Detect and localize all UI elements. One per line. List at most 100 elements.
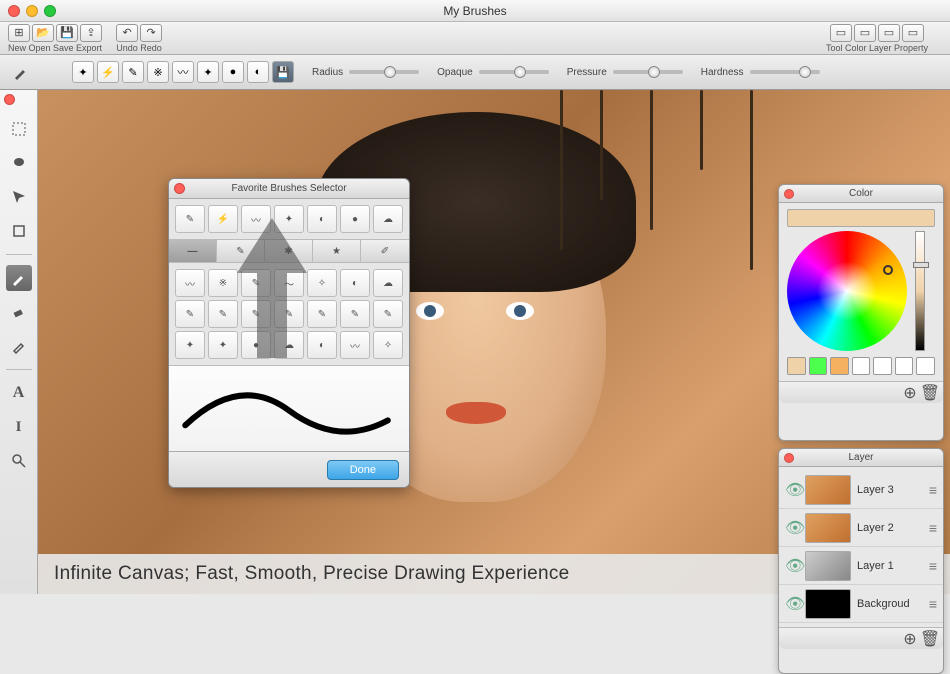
minimize-window-button[interactable] — [26, 5, 38, 17]
fav-brush-2[interactable]: ⚡ — [208, 205, 238, 233]
color-picker-cursor[interactable] — [883, 265, 893, 275]
color-panel-close[interactable] — [784, 189, 794, 199]
brush-slot-5[interactable]: 〰 — [172, 61, 194, 83]
brush-slot-7[interactable]: ● — [222, 61, 244, 83]
brush-cell-13[interactable]: ✎ — [340, 300, 370, 328]
brush-cell-21[interactable]: ✧ — [373, 331, 403, 359]
brush-cell-3[interactable]: ✎ — [241, 269, 271, 297]
fav-brush-1[interactable]: ✎ — [175, 205, 205, 233]
brush-slot-6[interactable]: ✦ — [197, 61, 219, 83]
brush-cell-2[interactable]: ※ — [208, 269, 238, 297]
brush-slot-2[interactable]: ⚡ — [97, 61, 119, 83]
color-swatch-5[interactable] — [873, 357, 892, 375]
brush-cell-19[interactable]: ◐ — [307, 331, 337, 359]
fav-brush-5[interactable]: ◐ — [307, 205, 337, 233]
add-layer-button[interactable]: ⊕ — [903, 632, 917, 646]
tool-panel-button[interactable]: ▭ — [830, 24, 852, 42]
marquee-tool[interactable] — [6, 116, 32, 142]
brush-cell-17[interactable]: ● — [241, 331, 271, 359]
brush-tool[interactable] — [6, 265, 32, 291]
done-button[interactable]: Done — [327, 460, 399, 480]
brush-cell-7[interactable]: ☁ — [373, 269, 403, 297]
new-button[interactable]: ⊞ — [8, 24, 30, 42]
fav-brush-6[interactable]: ● — [340, 205, 370, 233]
brush-cell-9[interactable]: ✎ — [208, 300, 238, 328]
tool-column-close[interactable] — [4, 94, 15, 105]
brush-tab-2[interactable]: ✎ — [217, 240, 265, 262]
brush-tab-1[interactable]: — — [169, 240, 217, 262]
color-swatch-6[interactable] — [895, 357, 914, 375]
eyedropper-tool[interactable] — [6, 333, 32, 359]
undo-button[interactable]: ↶ — [116, 24, 138, 42]
brush-slot-3[interactable]: ✎ — [122, 61, 144, 83]
brush-cell-18[interactable]: ☁ — [274, 331, 304, 359]
layer-menu-icon[interactable]: ≡ — [929, 482, 937, 498]
color-swatch-2[interactable] — [809, 357, 828, 375]
brush-tab-5[interactable]: ✐ — [361, 240, 409, 262]
brush-cell-11[interactable]: ✎ — [274, 300, 304, 328]
property-panel-button[interactable]: ▭ — [902, 24, 924, 42]
layer-row-4[interactable]: 👁Backgroud≡ — [779, 585, 943, 623]
brush-tab-4[interactable]: ★ — [313, 240, 361, 262]
current-color-swatch[interactable] — [787, 209, 935, 227]
opaque-slider[interactable]: Opaque — [437, 67, 549, 78]
move-tool[interactable] — [6, 184, 32, 210]
brush-cell-4[interactable]: 〜 — [274, 269, 304, 297]
popup-close-button[interactable] — [174, 183, 185, 194]
export-button[interactable]: ⇪ — [80, 24, 102, 42]
layer-panel-button[interactable]: ▭ — [878, 24, 900, 42]
radius-slider[interactable]: Radius — [312, 67, 419, 78]
pressure-slider[interactable]: Pressure — [567, 67, 683, 78]
layer-menu-icon[interactable]: ≡ — [929, 558, 937, 574]
fav-brush-3[interactable]: 〰 — [241, 205, 271, 233]
layer-row-3[interactable]: 👁Layer 1≡ — [779, 547, 943, 585]
brush-cell-20[interactable]: 〰 — [340, 331, 370, 359]
layer-menu-icon[interactable]: ≡ — [929, 520, 937, 536]
brush-slot-8[interactable]: ◐ — [247, 61, 269, 83]
layer-visibility-icon[interactable]: 👁 — [785, 594, 799, 614]
eraser-tool[interactable] — [6, 299, 32, 325]
add-swatch-button[interactable]: ⊕ — [903, 386, 917, 400]
layer-visibility-icon[interactable]: 👁 — [785, 556, 799, 576]
brush-cell-16[interactable]: ✦ — [208, 331, 238, 359]
brush-cell-5[interactable]: ✧ — [307, 269, 337, 297]
zoom-window-button[interactable] — [44, 5, 56, 17]
layer-visibility-icon[interactable]: 👁 — [785, 518, 799, 538]
save-button[interactable]: 💾 — [56, 24, 78, 42]
delete-swatch-button[interactable]: 🗑 — [923, 386, 937, 400]
redo-button[interactable]: ↷ — [140, 24, 162, 42]
brush-save-button[interactable]: 💾 — [272, 61, 294, 83]
close-window-button[interactable] — [8, 5, 20, 17]
layer-visibility-icon[interactable]: 👁 — [785, 480, 799, 500]
brush-cell-1[interactable]: 〰 — [175, 269, 205, 297]
lasso-tool[interactable] — [6, 150, 32, 176]
layer-row-2[interactable]: 👁Layer 2≡ — [779, 509, 943, 547]
brush-slot-4[interactable]: ※ — [147, 61, 169, 83]
brush-cell-10[interactable]: ✎ — [241, 300, 271, 328]
crop-tool[interactable] — [6, 218, 32, 244]
lightness-slider[interactable] — [915, 231, 925, 351]
color-swatch-3[interactable] — [830, 357, 849, 375]
layer-row-1[interactable]: 👁Layer 3≡ — [779, 471, 943, 509]
delete-layer-button[interactable]: 🗑 — [923, 632, 937, 646]
brush-cell-14[interactable]: ✎ — [373, 300, 403, 328]
brush-slot-1[interactable]: ✦ — [72, 61, 94, 83]
text-tool[interactable]: A — [6, 380, 32, 406]
fav-brush-4[interactable]: ✦ — [274, 205, 304, 233]
type-tool[interactable]: I — [6, 414, 32, 440]
brush-tab-3[interactable]: ✱ — [265, 240, 313, 262]
brush-cell-8[interactable]: ✎ — [175, 300, 205, 328]
color-swatch-4[interactable] — [852, 357, 871, 375]
color-swatch-7[interactable] — [916, 357, 935, 375]
brush-cell-15[interactable]: ✦ — [175, 331, 205, 359]
layer-menu-icon[interactable]: ≡ — [929, 596, 937, 612]
color-swatch-1[interactable] — [787, 357, 806, 375]
hardness-slider[interactable]: Hardness — [701, 67, 820, 78]
fav-brush-7[interactable]: ☁ — [373, 205, 403, 233]
brush-cell-6[interactable]: ◐ — [340, 269, 370, 297]
color-panel-button[interactable]: ▭ — [854, 24, 876, 42]
brush-cell-12[interactable]: ✎ — [307, 300, 337, 328]
layer-panel-close[interactable] — [784, 453, 794, 463]
zoom-tool[interactable] — [6, 448, 32, 474]
color-wheel[interactable] — [787, 231, 907, 351]
